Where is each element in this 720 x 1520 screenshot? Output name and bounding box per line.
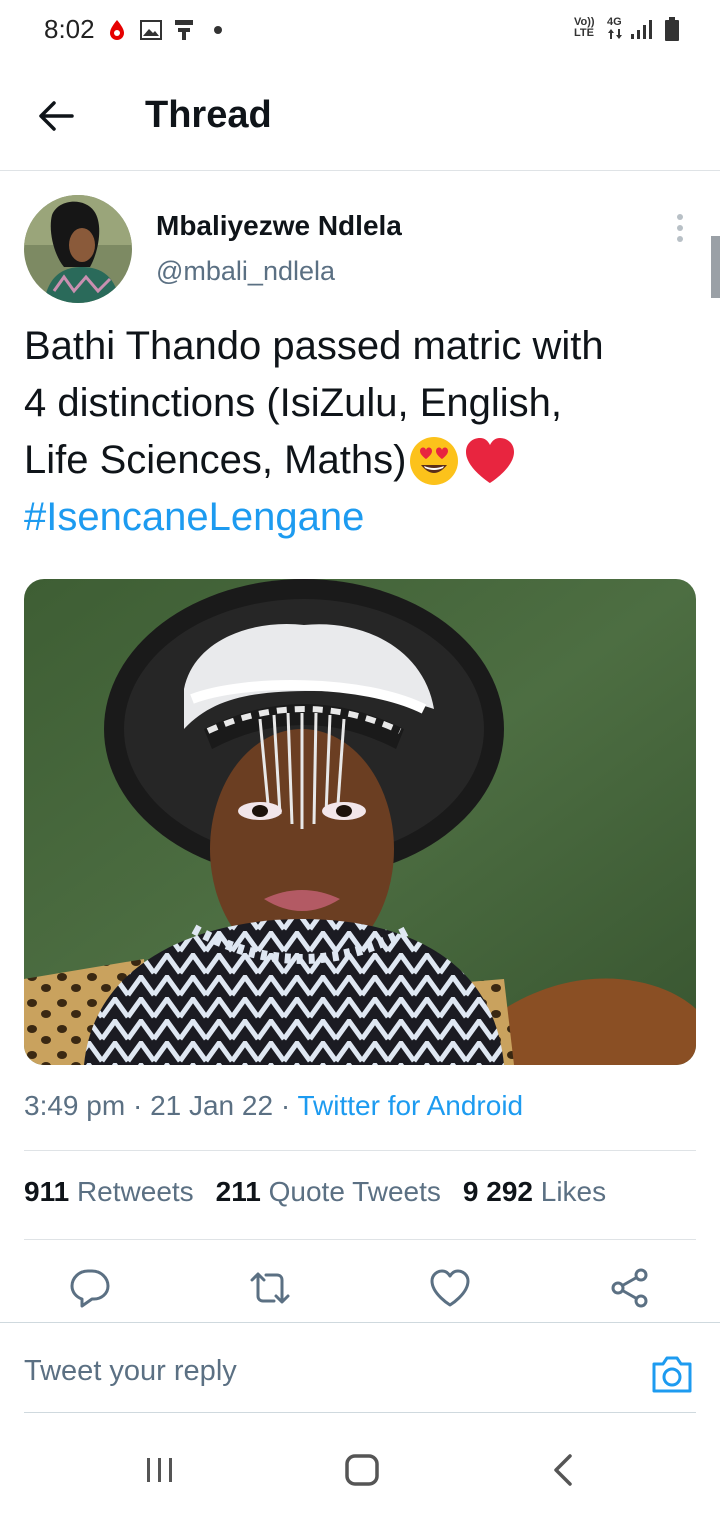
gallery-icon xyxy=(140,20,162,40)
share-icon[interactable] xyxy=(608,1266,652,1310)
likes-count: 9 292 xyxy=(462,1176,533,1207)
signal-icon xyxy=(631,20,652,39)
tweet-text-line: Bathi Thando passed matric with xyxy=(24,324,604,368)
tweet-time: 3:49 pm xyxy=(24,1090,126,1121)
quotes-count: 211 xyxy=(215,1176,261,1207)
reply-input[interactable]: Tweet your reply xyxy=(24,1355,237,1388)
meta-separator: · xyxy=(132,1090,151,1121)
more-vertical-icon[interactable] xyxy=(668,212,692,246)
tweet-date: 21 Jan 22 xyxy=(150,1090,274,1121)
divider xyxy=(24,1150,696,1151)
page-title: Thread xyxy=(145,94,272,136)
reply-icon[interactable] xyxy=(68,1266,112,1310)
nav-back-icon[interactable] xyxy=(550,1452,578,1488)
tweet-media-image[interactable] xyxy=(24,579,696,1065)
data-arrows-icon xyxy=(608,29,622,39)
nav-home-icon[interactable] xyxy=(344,1452,380,1488)
camera-icon[interactable] xyxy=(650,1352,694,1396)
tweet-text: Bathi Thando passed matric with 4 distin… xyxy=(24,318,696,546)
tweet-text-line-content: Life Sciences, Maths) xyxy=(24,438,407,482)
divider xyxy=(0,1322,720,1323)
status-bar: 8:02 Vo)) LTE 4G xyxy=(0,0,720,60)
hashtag-link[interactable]: #IsencaneLengane xyxy=(24,489,696,546)
volte-bottom: LTE xyxy=(574,27,594,39)
data-indicator: 4G xyxy=(607,16,622,28)
likes-label: Likes xyxy=(540,1176,607,1207)
scrollbar-thumb[interactable] xyxy=(711,236,720,298)
tweet-text-line: 4 distinctions (IsiZulu, English, xyxy=(24,381,563,425)
author-handle[interactable]: @mbali_ndlela xyxy=(156,256,335,287)
retweets-stat[interactable]: 911 Retweets xyxy=(24,1176,194,1207)
meta-separator: · xyxy=(280,1090,298,1121)
retweets-count: 911 xyxy=(24,1176,70,1207)
carrier-icon xyxy=(110,20,124,40)
retweet-icon[interactable] xyxy=(248,1266,292,1310)
battery-icon xyxy=(665,17,679,41)
tweet-meta: 3:49 pm · 21 Jan 22 · Twitter for Androi… xyxy=(24,1090,523,1122)
more-notifications-dot xyxy=(214,26,222,34)
quotes-label: Quote Tweets xyxy=(268,1176,441,1207)
tweet-source-link[interactable]: Twitter for Android xyxy=(297,1090,523,1121)
header-divider xyxy=(0,170,720,171)
divider xyxy=(24,1412,696,1413)
notification-icon xyxy=(175,20,193,40)
likes-stat[interactable]: 9 292 Likes xyxy=(463,1176,606,1207)
heart-eyes-emoji-icon xyxy=(410,436,459,485)
volte-indicator: Vo)) LTE xyxy=(574,17,595,39)
nav-recents-icon[interactable] xyxy=(144,1452,176,1488)
tweet-text-line: Life Sciences, Maths) xyxy=(24,432,696,489)
author-name[interactable]: Mbaliyezwe Ndlela xyxy=(156,210,402,242)
red-heart-emoji-icon xyxy=(466,437,515,483)
back-arrow-icon[interactable] xyxy=(36,96,76,136)
status-time: 8:02 xyxy=(44,14,95,44)
divider xyxy=(24,1239,696,1240)
tweet-stats: 911 Retweets 211 Quote Tweets 9 292 Likes xyxy=(24,1176,606,1208)
retweets-label: Retweets xyxy=(76,1176,194,1207)
quote-tweets-stat[interactable]: 211 Quote Tweets xyxy=(216,1176,441,1207)
avatar[interactable] xyxy=(24,195,132,303)
like-icon[interactable] xyxy=(428,1266,472,1310)
